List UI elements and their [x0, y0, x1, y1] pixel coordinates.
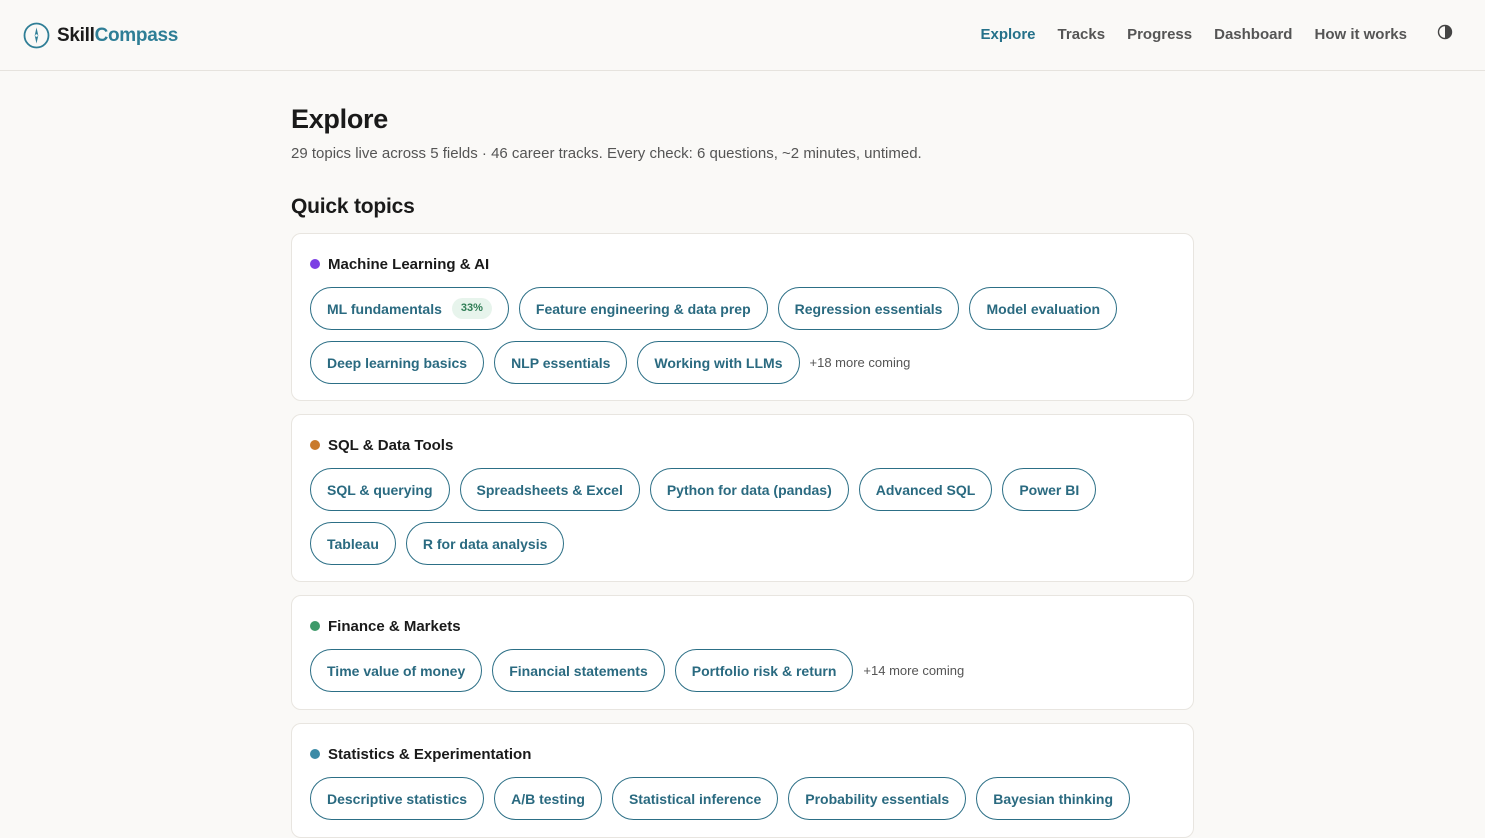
more-coming-note: +18 more coming	[809, 355, 911, 370]
nav-progress[interactable]: Progress	[1127, 24, 1192, 46]
field-name: Statistics & Experimentation	[328, 745, 532, 763]
topic-chip-spreadsheets-excel[interactable]: Spreadsheets & Excel	[459, 468, 640, 511]
topic-chip-working-with-llms[interactable]: Working with LLMs	[637, 341, 800, 384]
field-card-ml: Machine Learning & AI ML fundamentals 33…	[291, 233, 1194, 401]
field-card-sql: SQL & Data Tools SQL & querying Spreadsh…	[291, 414, 1194, 582]
section-title-quick-topics: Quick topics	[291, 195, 415, 218]
topic-chip-tableau[interactable]: Tableau	[310, 522, 396, 565]
field-color-dot	[310, 621, 320, 631]
field-name: Finance & Markets	[328, 617, 461, 635]
brand-name: SkillCompass	[57, 25, 178, 47]
topic-chip-list: Descriptive statistics A/B testing Stati…	[310, 777, 1180, 820]
topic-chip-feature-engineering[interactable]: Feature engineering & data prep	[518, 287, 768, 330]
more-coming-note: +14 more coming	[863, 663, 965, 678]
field-header: Machine Learning & AI	[310, 254, 489, 274]
topic-chip-descriptive-statistics[interactable]: Descriptive statistics	[310, 777, 485, 820]
topic-chip-r-data-analysis[interactable]: R for data analysis	[405, 522, 565, 565]
brand-logo[interactable]: SkillCompass	[23, 22, 178, 49]
main-content: Explore 29 topics live across 5 fields ·…	[291, 100, 1194, 220]
topic-chip-ml-fundamentals[interactable]: ML fundamentals 33%	[310, 287, 509, 330]
nav-explore[interactable]: Explore	[981, 24, 1036, 46]
page-subtitle: 29 topics live across 5 fields · 46 care…	[291, 145, 922, 162]
field-color-dot	[310, 749, 320, 759]
page-title: Explore	[291, 104, 388, 134]
field-name: Machine Learning & AI	[328, 255, 490, 273]
topic-chip-deep-learning-basics[interactable]: Deep learning basics	[310, 341, 485, 384]
field-card-statistics: Statistics & Experimentation Descriptive…	[291, 723, 1194, 838]
topic-chip-sql-querying[interactable]: SQL & querying	[310, 468, 450, 511]
field-color-dot	[310, 440, 320, 450]
topic-chip-model-evaluation[interactable]: Model evaluation	[969, 287, 1118, 330]
topic-chip-list: Time value of money Financial statements…	[310, 649, 1180, 692]
topic-chip-probability-essentials[interactable]: Probability essentials	[788, 777, 967, 820]
topic-label: ML fundamentals	[327, 300, 442, 317]
main-nav: Explore Tracks Progress Dashboard How it…	[981, 24, 1408, 46]
topic-chip-portfolio-risk-return[interactable]: Portfolio risk & return	[674, 649, 854, 692]
field-card-finance: Finance & Markets Time value of money Fi…	[291, 595, 1194, 710]
top-navigation-bar: SkillCompass Explore Tracks Progress Das…	[0, 0, 1485, 71]
progress-badge: 33%	[451, 298, 492, 319]
nav-how-it-works[interactable]: How it works	[1314, 24, 1407, 46]
topic-chip-list: ML fundamentals 33% Feature engineering …	[310, 287, 1180, 384]
field-name: SQL & Data Tools	[328, 436, 454, 454]
topic-chip-regression-essentials[interactable]: Regression essentials	[777, 287, 960, 330]
field-header: SQL & Data Tools	[310, 435, 453, 455]
brand-name-part1: Skill	[57, 24, 95, 46]
topic-chip-advanced-sql[interactable]: Advanced SQL	[858, 468, 993, 511]
compass-icon	[23, 22, 50, 49]
topic-chip-list: SQL & querying Spreadsheets & Excel Pyth…	[310, 468, 1180, 565]
topic-chip-python-pandas[interactable]: Python for data (pandas)	[649, 468, 849, 511]
field-header: Statistics & Experimentation	[310, 744, 531, 764]
contrast-icon[interactable]	[1437, 24, 1453, 40]
field-color-dot	[310, 259, 320, 269]
topic-chip-bayesian-thinking[interactable]: Bayesian thinking	[976, 777, 1131, 820]
topic-chip-time-value-of-money[interactable]: Time value of money	[310, 649, 483, 692]
topic-chip-nlp-essentials[interactable]: NLP essentials	[494, 341, 628, 384]
topic-chip-ab-testing[interactable]: A/B testing	[494, 777, 602, 820]
nav-dashboard[interactable]: Dashboard	[1214, 24, 1292, 46]
topic-chip-financial-statements[interactable]: Financial statements	[492, 649, 665, 692]
field-header: Finance & Markets	[310, 616, 461, 636]
brand-name-part2: Compass	[94, 24, 179, 46]
topic-chip-statistical-inference[interactable]: Statistical inference	[611, 777, 779, 820]
topic-chip-power-bi[interactable]: Power BI	[1002, 468, 1097, 511]
nav-tracks[interactable]: Tracks	[1058, 24, 1106, 46]
